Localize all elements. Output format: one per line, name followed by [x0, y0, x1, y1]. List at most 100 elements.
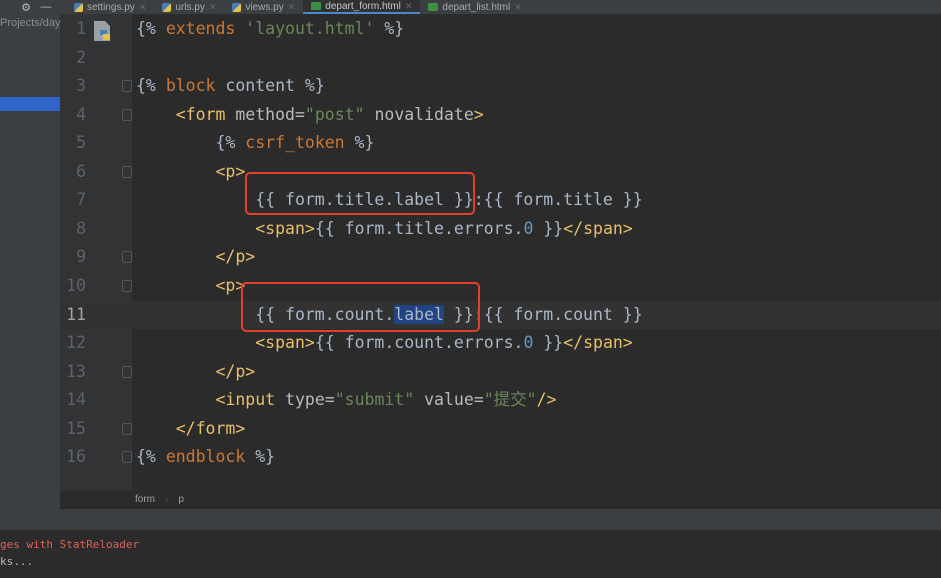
python-file-icon: [232, 2, 242, 12]
code-line[interactable]: 3 {% block content %}: [60, 72, 941, 100]
tab-label: settings.py: [87, 1, 135, 13]
code-text: <p>: [136, 272, 245, 300]
code-line[interactable]: 12 <span>{{ form.count.errors.0 }}</span…: [60, 329, 941, 357]
minimize-icon[interactable]: —: [36, 1, 56, 13]
code-token: }}: [533, 218, 564, 238]
code-token: <form: [175, 104, 236, 124]
code-line[interactable]: 11 {{ form.count.label }}:{{ form.count …: [60, 300, 941, 329]
breadcrumb-item[interactable]: form: [135, 494, 155, 505]
gear-icon[interactable]: ⚙: [16, 1, 36, 14]
code-token: 0: [523, 218, 534, 238]
run-console[interactable]: ges with StatReloader ks...: [0, 530, 941, 578]
code-token: <p>: [215, 161, 246, 181]
line-number: 3: [76, 76, 86, 96]
code-line[interactable]: 7 {{ form.title.label }}:{{ form.title }…: [60, 186, 941, 214]
code-line[interactable]: 2: [60, 44, 941, 72]
tab-label: urls.py: [175, 1, 205, 13]
code-token: </span>: [563, 333, 633, 353]
line-number: 10: [66, 275, 86, 295]
html-file-icon: [311, 2, 322, 10]
console-line: ges with StatReloader: [0, 538, 140, 551]
line-number: 1: [76, 19, 86, 38]
fold-marker-icon[interactable]: [122, 451, 132, 464]
code-editor[interactable]: 1 {% extends 'layout.html' %} 2 3 {% block c…: [60, 14, 941, 490]
code-text: {% block content %}: [136, 72, 325, 100]
code-token: value=: [414, 390, 484, 410]
code-text: <form method="post" novalidate>: [136, 101, 484, 129]
code-text: <span>{{ form.title.errors.0 }}</span>: [136, 215, 633, 243]
code-text: </form>: [136, 415, 246, 443]
code-token: method=: [235, 104, 305, 124]
fold-marker-icon[interactable]: [122, 251, 132, 264]
fold-marker-icon[interactable]: [122, 165, 132, 178]
code-line[interactable]: 8 <span>{{ form.title.errors.0 }}</span>: [60, 215, 941, 243]
selected-tree-item[interactable]: [0, 97, 60, 111]
code-line[interactable]: 5 {% csrf_token %}: [60, 129, 941, 157]
code-line[interactable]: 14 <input type="submit" value="提交"/>: [60, 386, 941, 414]
tab-depart_list-html[interactable]: depart_list.html ✕: [420, 0, 529, 14]
code-token: type=: [285, 390, 335, 410]
run-panel-header: [0, 509, 941, 530]
close-icon[interactable]: ✕: [288, 2, 296, 13]
code-token: {%: [136, 133, 246, 153]
line-number: 12: [66, 333, 86, 353]
line-number: 13: [66, 361, 86, 381]
close-icon[interactable]: ✕: [405, 1, 413, 12]
code-token: block: [165, 76, 216, 96]
close-icon[interactable]: ✕: [209, 2, 217, 13]
code-token: >: [473, 104, 484, 124]
fold-marker-icon[interactable]: [122, 365, 132, 378]
code-line[interactable]: 16 {% endblock %}: [60, 443, 941, 471]
fold-marker-icon[interactable]: [122, 279, 132, 292]
console-line: ks...: [0, 555, 34, 568]
fold-marker-icon[interactable]: [122, 80, 132, 93]
code-text: </p>: [136, 358, 255, 386]
code-token: </p>: [215, 361, 256, 381]
code-token: {{ form.count.errors.: [314, 333, 524, 353]
fold-marker-icon[interactable]: [122, 422, 132, 435]
close-icon[interactable]: ✕: [514, 2, 522, 13]
code-line[interactable]: 1 {% extends 'layout.html' %}: [60, 15, 941, 43]
code-line[interactable]: 4 <form method="post" novalidate>: [60, 101, 941, 129]
code-token: "提交": [483, 390, 537, 410]
line-number: 6: [76, 161, 86, 181]
line-number: 8: [76, 218, 86, 238]
line-number: 11: [66, 304, 86, 324]
code-token: </form>: [175, 418, 246, 438]
code-line[interactable]: 13 </p>: [60, 358, 941, 386]
close-icon[interactable]: ✕: [139, 2, 147, 13]
line-number: 2: [76, 47, 86, 67]
code-text: <span>{{ form.count.errors.0 }}</span>: [136, 329, 633, 357]
html-file-icon: [428, 3, 439, 11]
code-line[interactable]: 15 </form>: [60, 415, 941, 443]
code-line[interactable]: 6 <p>: [60, 158, 941, 186]
editor-tab-bar: ⚙ — settings.py ✕ urls.py ✕ views.py ✕ depart_…: [0, 0, 941, 14]
code-token: %}: [374, 19, 405, 38]
tab-settings-py[interactable]: settings.py ✕: [66, 0, 154, 14]
code-token: 'layout.html': [245, 19, 375, 38]
code-token: "post": [304, 104, 365, 124]
breadcrumb-item[interactable]: p: [178, 494, 184, 505]
fold-marker-icon[interactable]: [122, 108, 132, 121]
code-line[interactable]: 9 </p>: [60, 243, 941, 271]
python-file-icon: [74, 2, 83, 12]
code-line[interactable]: 10 <p>: [60, 272, 941, 300]
highlight-box-count-label: [241, 282, 480, 332]
tab-views-py[interactable]: views.py ✕: [224, 0, 303, 14]
tab-urls-py[interactable]: urls.py ✕: [154, 0, 224, 14]
python-file-icon: [94, 21, 110, 41]
code-token: }}: [533, 333, 564, 353]
code-token: {%: [136, 19, 166, 38]
project-path[interactable]: Projects/day: [0, 14, 60, 29]
python-file-icon: [162, 2, 172, 12]
code-text: <p>: [136, 158, 245, 186]
tab-depart_form-html[interactable]: depart_form.html ✕: [303, 0, 421, 14]
code-token: %}: [245, 447, 276, 467]
